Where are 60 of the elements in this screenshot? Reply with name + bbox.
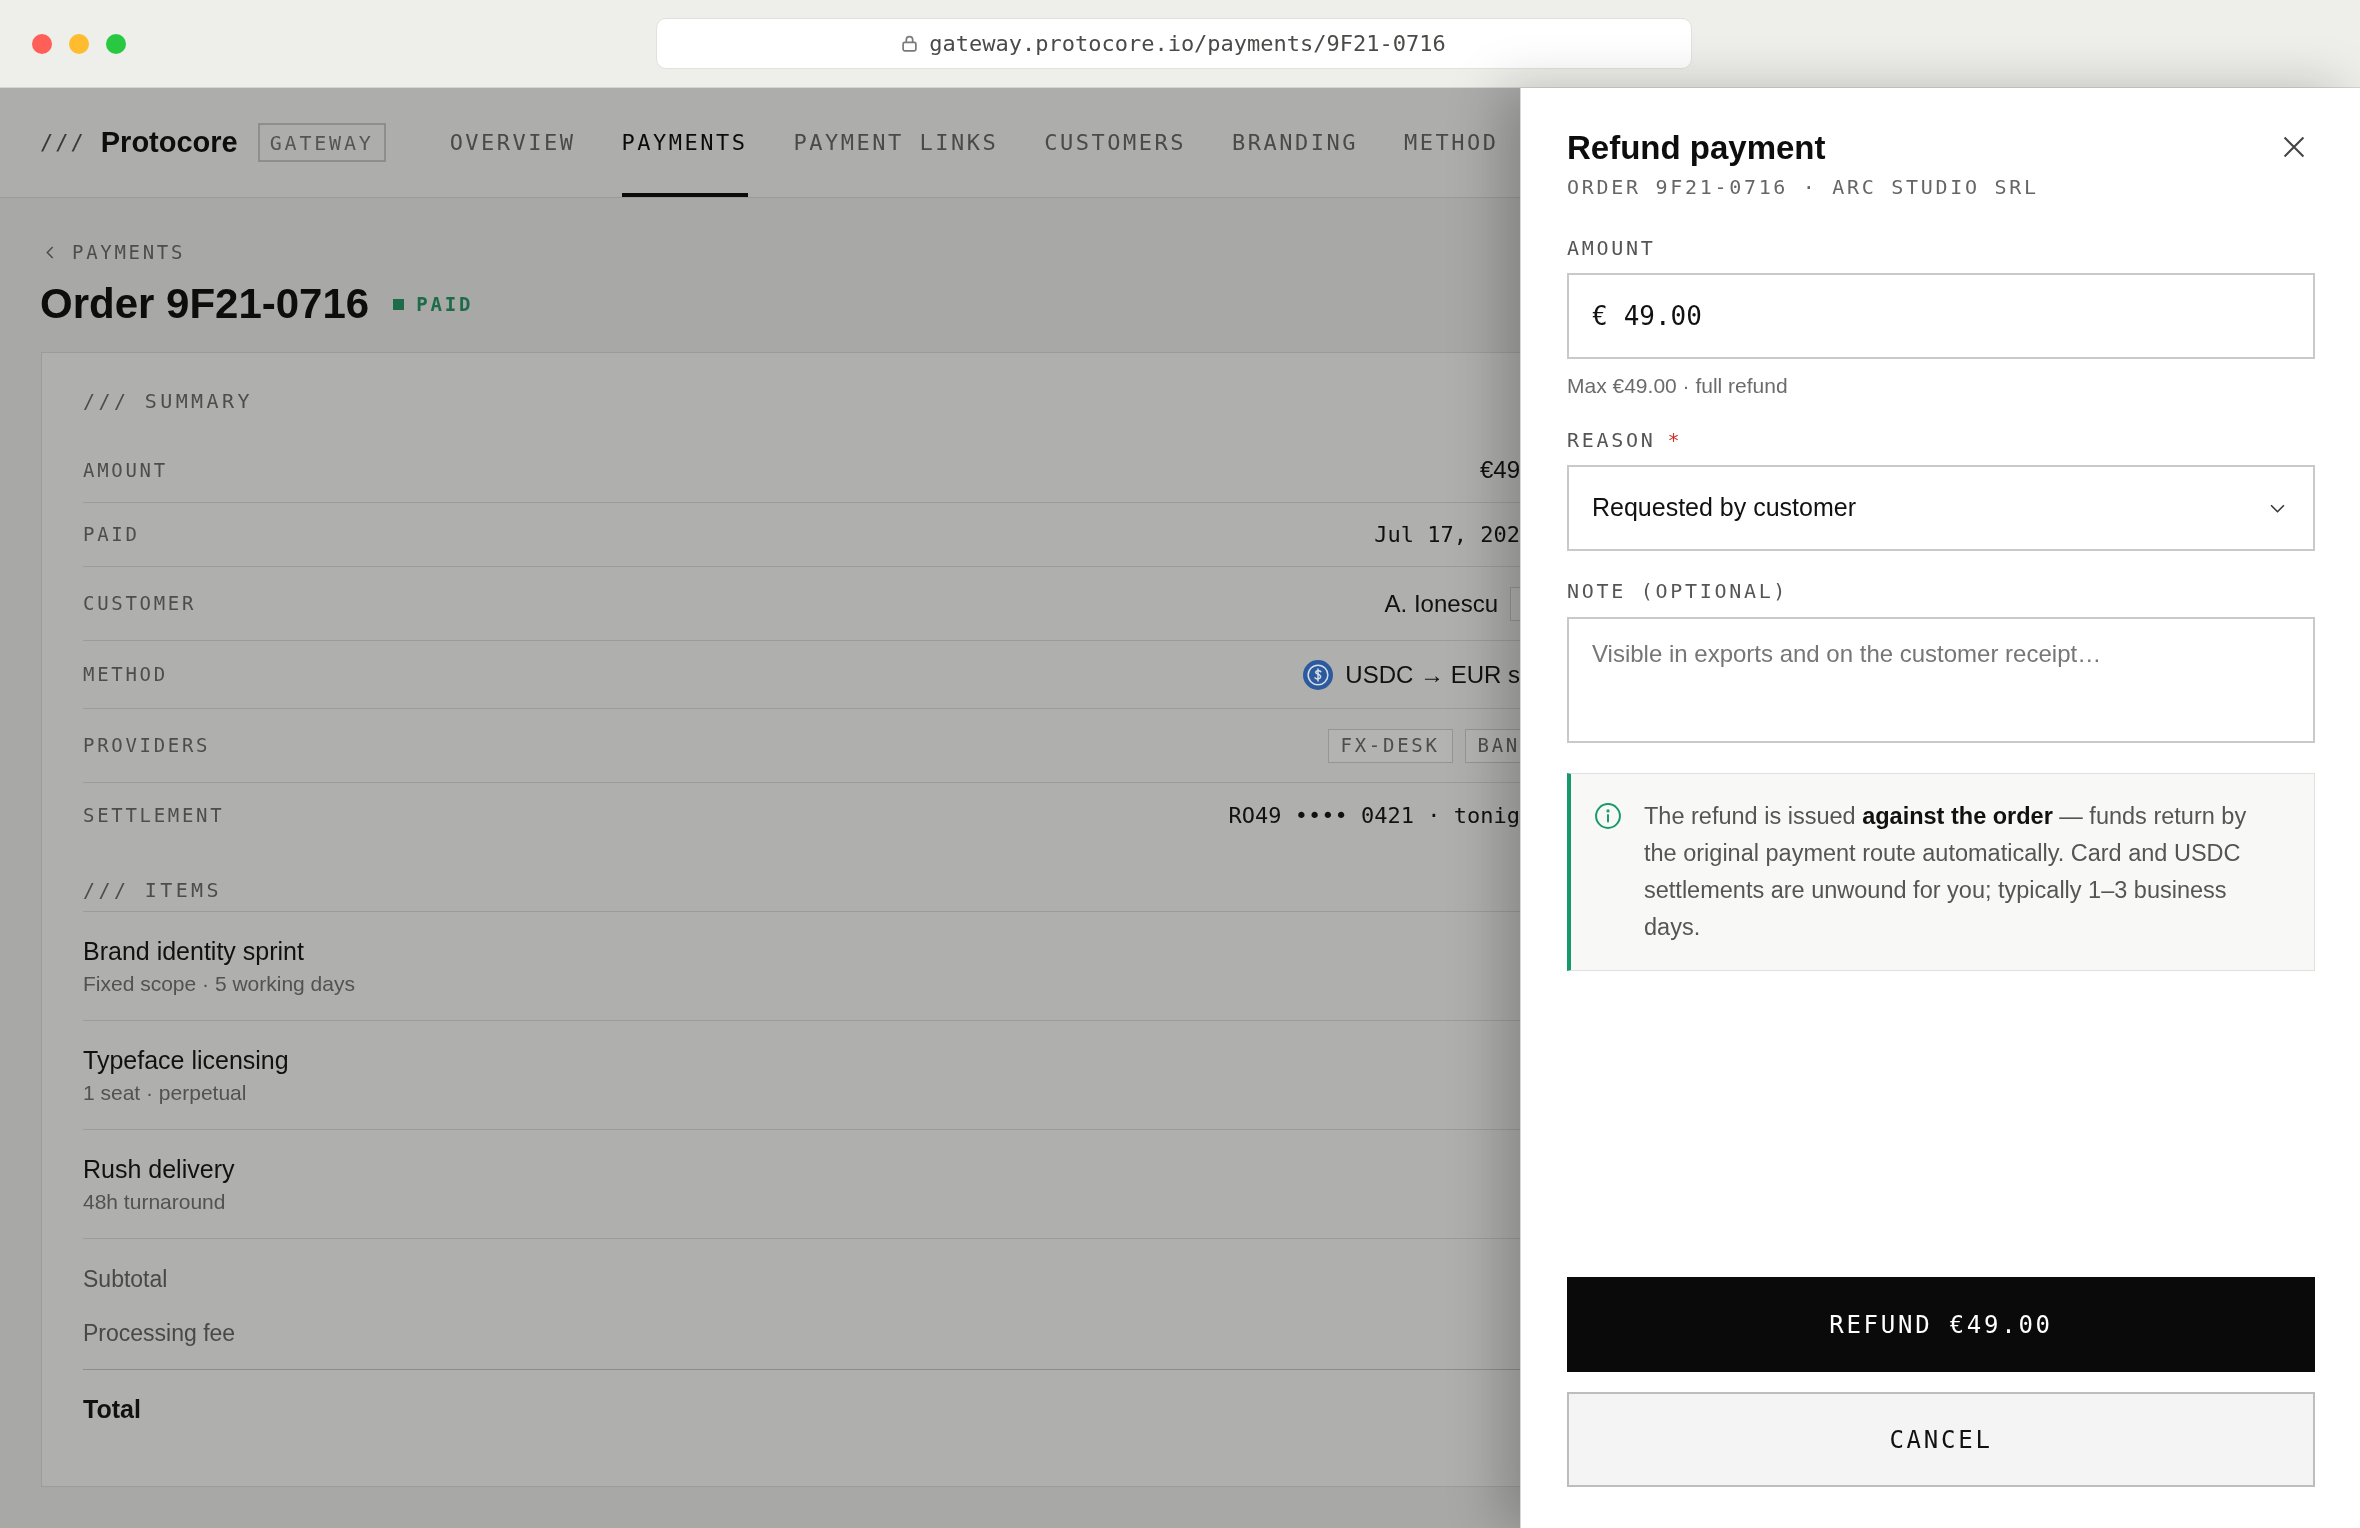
nav-tab[interactable]: PAYMENT LINKS xyxy=(793,88,999,197)
section-heading: /// SUMMARY xyxy=(83,388,253,415)
close-icon xyxy=(2283,136,2305,158)
section-heading: /// ITEMS xyxy=(83,877,222,903)
item-detail: 48h turnaround xyxy=(83,1189,226,1215)
summary-label: METHOD xyxy=(83,662,168,688)
summary-value: USDC → EUR s xyxy=(1345,659,1520,690)
window-minimize-button[interactable] xyxy=(69,33,89,54)
summary-value: Jul 17, 202 xyxy=(1374,521,1520,549)
breadcrumb-link[interactable]: PAYMENTS xyxy=(46,239,186,265)
panel-title: Refund payment xyxy=(1567,128,1826,168)
summary-label: PAID xyxy=(83,522,140,548)
item-name: Brand identity sprint xyxy=(83,936,304,966)
status-square-icon xyxy=(393,298,405,310)
chevron-left-icon xyxy=(46,245,54,259)
field-label: NOTE (OPTIONAL) xyxy=(1567,578,1789,605)
summary-label: PROVIDERS xyxy=(83,733,211,759)
brand-name: Protocore xyxy=(100,124,238,160)
logo-mark: /// xyxy=(40,129,86,157)
reason-select[interactable]: Requested by customer xyxy=(1567,465,2315,551)
chevron-down-icon xyxy=(2270,503,2285,513)
summary-label: CUSTOMER xyxy=(83,591,197,617)
nav-tab[interactable]: METHOD xyxy=(1403,88,1499,197)
product-badge: GATEWAY xyxy=(257,123,386,162)
item-detail: 1 seat · perpetual xyxy=(83,1080,247,1106)
summary-value: €49 xyxy=(1479,455,1520,485)
required-mark: * xyxy=(1667,427,1680,454)
field-hint: Max €49.00 · full refund xyxy=(1567,373,1788,399)
panel-subtitle: ORDER 9F21-0716 · ARC STUDIO SRL xyxy=(1567,174,2039,200)
page-title: Order 9F21-0716 xyxy=(40,279,370,329)
note-field[interactable]: Visible in exports and on the customer receipt… xyxy=(1567,617,2315,743)
window-close-button[interactable] xyxy=(32,33,52,54)
amount-field[interactable]: € 49.00 xyxy=(1567,273,2315,359)
summary-value: A. Ionescu xyxy=(1384,588,1498,619)
provider-tag: FX-DESK xyxy=(1327,728,1453,763)
nav-tab[interactable]: PAYMENTS xyxy=(621,88,748,197)
refund-button[interactable]: REFUND €49.00 xyxy=(1567,1277,2315,1372)
cancel-button[interactable]: CANCEL xyxy=(1567,1392,2315,1487)
field-label: AMOUNT xyxy=(1567,235,1656,262)
status-label: PAID xyxy=(416,291,474,317)
nav-tab[interactable]: CUSTOMERS xyxy=(1044,88,1186,197)
info-icon xyxy=(1595,803,1621,829)
total-label: Total xyxy=(83,1394,141,1424)
fee-label: Processing fee xyxy=(83,1319,236,1348)
nav-tab[interactable]: BRANDING xyxy=(1231,88,1358,197)
notice-text: The refund is issued against the order — funds return by the original payment route automatically. Card and USDC settlements are unwound for you; typically 1–3 business days. xyxy=(1644,802,2248,942)
nav-tab[interactable]: OVERVIEW xyxy=(449,88,576,197)
summary-value: RO49 •••• 0421 · tonig xyxy=(1228,801,1520,830)
provider-tag: BAN xyxy=(1464,728,1520,763)
subtotal-label: Subtotal xyxy=(83,1265,168,1294)
window-zoom-button[interactable] xyxy=(106,33,126,54)
item-detail: Fixed scope · 5 working days xyxy=(83,971,355,997)
coin-icon xyxy=(1303,659,1334,690)
item-name: Typeface licensing xyxy=(83,1045,289,1075)
lock-icon xyxy=(902,35,918,52)
field-label: REASON xyxy=(1567,427,1656,454)
summary-label: SETTLEMENT xyxy=(83,802,225,828)
address-bar[interactable]: gateway.protocore.io/payments/9F21-0716 xyxy=(656,18,1692,69)
summary-label: AMOUNT xyxy=(83,457,168,483)
item-name: Rush delivery xyxy=(83,1154,235,1184)
